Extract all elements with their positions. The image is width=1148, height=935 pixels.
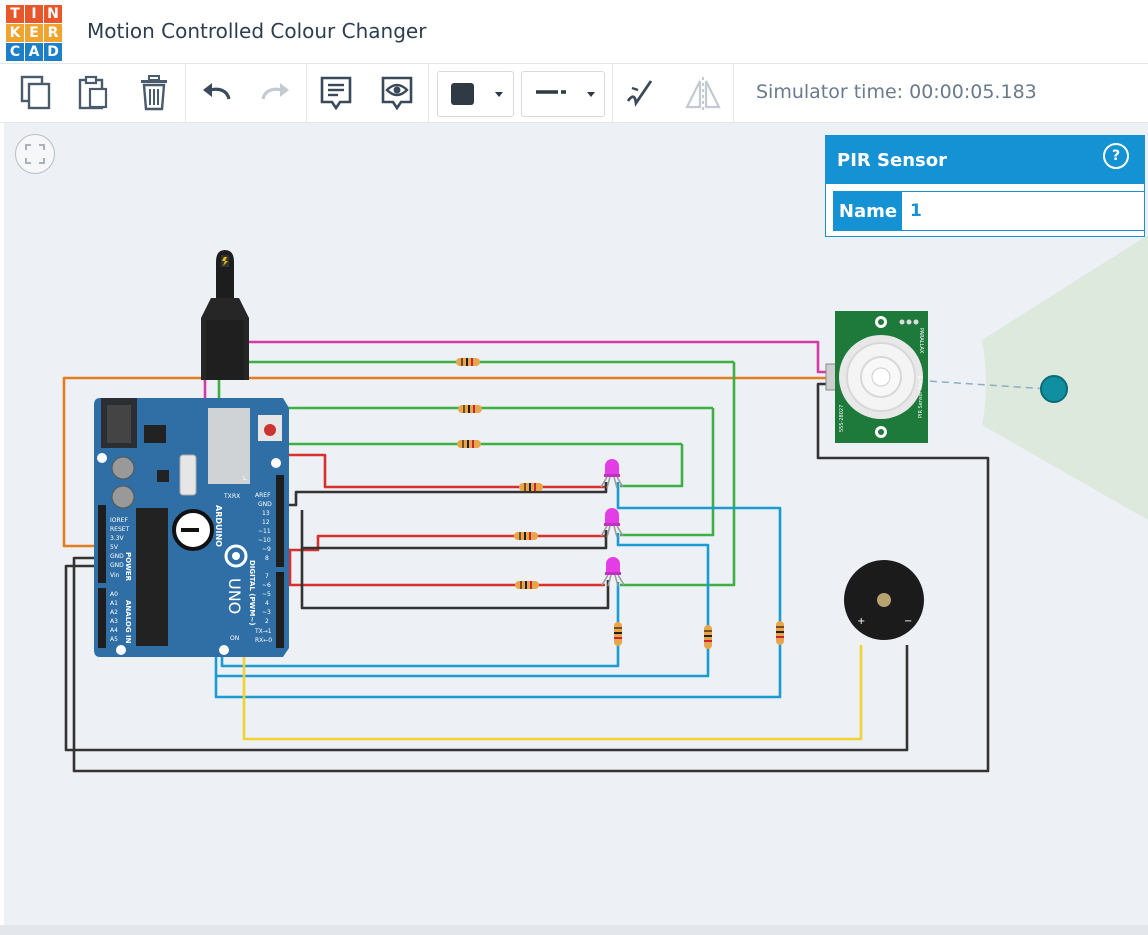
label-analog-in: ANALOG IN [124, 600, 132, 644]
arduino-uno[interactable]: IOREF RESET 3.3V 5V GND GND Vin A0 A1 A2… [94, 398, 289, 657]
label-tx1: TX→1 [254, 628, 272, 635]
buzzer-plus-label: + [857, 616, 865, 627]
inspector-field-name: Name 1 [833, 191, 1145, 231]
label-reset: RESET [110, 526, 130, 533]
buzzer-minus-label: − [904, 616, 912, 627]
inspector-header: PIR Sensor ? [826, 136, 1144, 184]
pir-label-part: 555-28027 [839, 405, 845, 432]
name-field-label: Name [834, 192, 902, 230]
label-d10: ~10 [258, 537, 271, 544]
label-vin: Vin [110, 572, 120, 579]
label-digital-pwm: DIGITAL (PWM~) [248, 560, 256, 625]
resistor-5[interactable] [514, 532, 538, 540]
inspector-title: PIR Sensor [837, 149, 947, 171]
pir-label-rev: PIR Sensor Rev B [918, 375, 924, 418]
label-d11: ~11 [258, 528, 271, 535]
label-power: POWER [124, 552, 132, 582]
wire-green-1[interactable] [217, 360, 736, 587]
label-d5: ~5 [262, 591, 271, 598]
wire-green-2[interactable] [220, 406, 715, 537]
piezo-buzzer[interactable]: + − [844, 560, 924, 640]
label-a5: A5 [110, 636, 118, 643]
wire-black-led-3[interactable] [300, 548, 610, 610]
label-a4: A4 [110, 627, 118, 634]
resistor-8[interactable] [704, 625, 712, 649]
name-field-input[interactable]: 1 [902, 192, 1144, 230]
label-a0: A0 [110, 591, 118, 598]
label-arduino: ARDUINO [214, 505, 223, 547]
help-icon[interactable]: ? [1103, 143, 1129, 169]
label-d2: 2 [265, 618, 269, 625]
label-d4: 4 [265, 600, 269, 607]
motion-target-handle[interactable] [1040, 375, 1068, 403]
label-a3: A3 [110, 618, 118, 625]
resistor-7[interactable] [614, 622, 622, 646]
resistor-4[interactable] [519, 483, 543, 491]
pir-sensor[interactable]: PARALLAX 555-28027 PIR Sensor Rev B [825, 311, 928, 443]
label-on: ON [230, 635, 239, 642]
label-3v3: 3.3V [110, 535, 125, 542]
label-d7: 7 [265, 573, 269, 580]
label-d12: 12 [262, 519, 270, 526]
wire-red-3[interactable] [270, 548, 605, 587]
resistor-2[interactable] [458, 405, 482, 413]
rgb-led-1[interactable] [600, 459, 624, 489]
label-uno: UNO [225, 578, 244, 614]
usb-cable [201, 250, 249, 380]
label-d3: ~3 [262, 609, 271, 616]
label-aref: AREF [255, 492, 271, 499]
label-d13: 13 [262, 510, 270, 517]
label-d8: 8 [265, 555, 269, 562]
pir-detection-zone [982, 235, 1148, 520]
wire-black-led-1[interactable] [280, 482, 608, 507]
rgb-led-2[interactable] [600, 508, 624, 538]
resistor-6[interactable] [515, 581, 539, 589]
wire-black-led-2[interactable] [300, 510, 608, 550]
label-d9: ~9 [262, 546, 271, 553]
label-gnd-digital: GND [258, 501, 272, 508]
rgb-led-3[interactable] [601, 557, 625, 587]
component-inspector: PIR Sensor ? Name 1 [825, 135, 1145, 237]
label-rx: RX [232, 493, 240, 500]
resistor-1[interactable] [456, 358, 480, 366]
label-d6: ~6 [262, 582, 271, 589]
label-gnd-1: GND [110, 553, 124, 560]
label-a2: A2 [110, 609, 118, 616]
label-rx0: RX←0 [255, 637, 272, 644]
resistor-3[interactable] [457, 440, 481, 448]
label-a1: A1 [110, 600, 118, 607]
label-tx: TX [223, 493, 232, 500]
resistor-9[interactable] [776, 621, 784, 645]
label-ioref: IOREF [110, 517, 128, 524]
label-gnd-2: GND [110, 562, 124, 569]
pir-label-brand: PARALLAX [918, 328, 924, 354]
rgb-leds[interactable] [600, 459, 625, 587]
label-5v: 5V [110, 544, 119, 551]
